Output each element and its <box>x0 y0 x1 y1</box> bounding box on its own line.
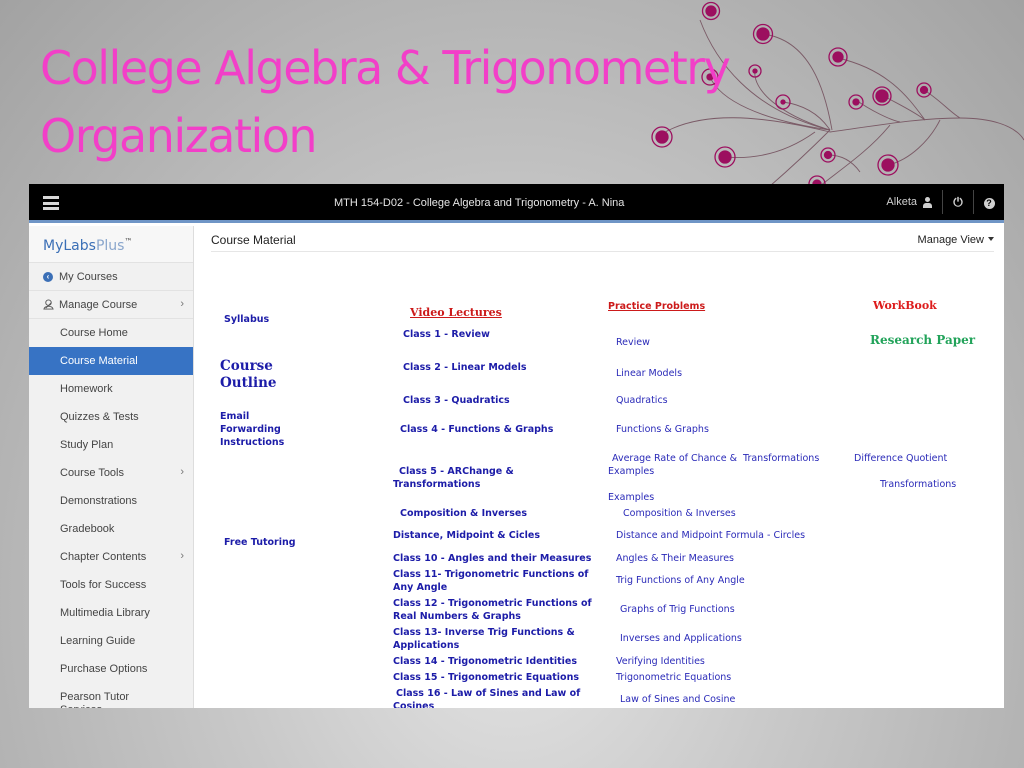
course-title: MTH 154-D02 - College Algebra and Trigon… <box>334 197 625 209</box>
video-link[interactable]: Distance, Midpoint & Cicles <box>393 529 540 542</box>
video-link[interactable]: Class 1 - Review <box>403 328 490 341</box>
help-icon: ? <box>983 198 995 209</box>
video-link[interactable]: Class 2 - Linear Models <box>403 361 526 374</box>
sidebar-item-course-tools[interactable]: Course Tools › <box>29 459 193 487</box>
video-link[interactable]: Class 4 - Functions & Graphs <box>400 423 553 436</box>
practice-link[interactable]: Linear Models <box>616 367 682 380</box>
chevron-right-icon: › <box>180 550 184 562</box>
hamburger-menu-icon[interactable] <box>43 196 59 210</box>
user-menu[interactable]: Alketa <box>886 196 942 208</box>
lms-window: MTH 154-D02 - College Algebra and Trigon… <box>29 184 1004 708</box>
free-tutoring-link[interactable]: Free Tutoring <box>224 536 296 549</box>
top-navbar: MTH 154-D02 - College Algebra and Trigon… <box>29 184 1004 223</box>
user-icon <box>923 196 932 208</box>
power-button[interactable]: ⏻ <box>943 195 973 210</box>
practice-link[interactable]: Law of Sines and Cosine <box>620 693 735 706</box>
video-link[interactable]: Class 11- Trigonometric Functions of <box>393 568 588 581</box>
sidebar-item-tools-for-success[interactable]: Tools for Success <box>29 571 193 599</box>
workbook-link[interactable]: WorkBook <box>873 299 937 312</box>
manage-view-dropdown[interactable]: Manage View <box>918 234 994 246</box>
chevron-right-icon: › <box>180 466 184 478</box>
sidebar-item-course-material[interactable]: Course Material <box>29 347 193 375</box>
user-name: Alketa <box>886 196 917 208</box>
video-link[interactable]: Transformations <box>393 478 480 491</box>
practice-link[interactable]: Trig Functions of Any Angle <box>616 574 745 587</box>
practice-link[interactable]: Verifying Identities <box>616 655 705 668</box>
practice-link[interactable]: Examples <box>608 491 654 504</box>
caret-down-icon <box>988 237 994 241</box>
back-circle-icon: ‹ <box>43 271 53 282</box>
video-link[interactable]: Applications <box>393 639 459 652</box>
sidebar-item-demonstrations[interactable]: Demonstrations <box>29 487 193 515</box>
video-link[interactable]: Class 10 - Angles and their Measures <box>393 552 591 565</box>
practice-link[interactable]: Inverses and Applications <box>620 632 742 645</box>
slide-title-line2: Organization <box>40 109 318 163</box>
main-content: Course Material Manage View Syllabus Cou… <box>195 226 1004 708</box>
slide-title-line1: College Algebra & Trigonometry <box>40 41 731 95</box>
sidebar: MyLabsPlus™ ‹ My Courses Manage Course ›… <box>29 226 194 708</box>
video-link[interactable]: Real Numbers & Graphs <box>393 610 521 623</box>
sidebar-item-pearson-tutor[interactable]: Pearson Tutor Services <box>29 683 193 708</box>
sidebar-item-my-courses[interactable]: ‹ My Courses <box>29 263 193 291</box>
course-outline-link[interactable]: Course Outline <box>220 358 276 392</box>
mylabsplus-logo: MyLabsPlus™ <box>29 226 193 263</box>
practice-link[interactable]: Review <box>616 336 650 349</box>
transformations-link[interactable]: Transformations <box>880 478 956 491</box>
practice-link[interactable]: Examples <box>608 465 654 478</box>
practice-link[interactable]: Trigonometric Equations <box>616 671 731 684</box>
practice-link[interactable]: Angles & Their Measures <box>616 552 734 565</box>
video-link[interactable]: Class 13- Inverse Trig Functions & <box>393 626 575 639</box>
practice-link[interactable]: Quadratics <box>616 394 668 407</box>
help-button[interactable]: ? <box>974 195 1004 209</box>
sidebar-item-learning-guide[interactable]: Learning Guide <box>29 627 193 655</box>
practice-link[interactable]: Graphs of Trig Functions <box>620 603 735 616</box>
sidebar-item-multimedia-library[interactable]: Multimedia Library <box>29 599 193 627</box>
video-link[interactable]: Class 3 - Quadratics <box>403 394 510 407</box>
video-lectures-heading[interactable]: Video Lectures <box>410 306 502 319</box>
video-link[interactable]: Cosines <box>393 700 434 708</box>
sidebar-item-course-home[interactable]: Course Home <box>29 319 193 347</box>
research-paper-link[interactable]: Research Paper <box>870 334 975 347</box>
slide-title: College Algebra & Trigonometry Organizat… <box>40 34 731 170</box>
content-header: Course Material Manage View <box>211 226 994 252</box>
video-link[interactable]: Class 14 - Trigonometric Identities <box>393 655 577 668</box>
sidebar-item-manage-course[interactable]: Manage Course › <box>29 291 193 319</box>
sidebar-item-purchase-options[interactable]: Purchase Options <box>29 655 193 683</box>
video-link[interactable]: Any Angle <box>393 581 447 594</box>
practice-link[interactable]: Composition & Inverses <box>623 507 736 520</box>
manage-icon <box>43 299 54 310</box>
video-link[interactable]: Class 12 - Trigonometric Functions of <box>393 597 592 610</box>
difference-quotient-link[interactable]: Difference Quotient <box>854 452 947 465</box>
sidebar-item-study-plan[interactable]: Study Plan <box>29 431 193 459</box>
sidebar-item-quizzes-tests[interactable]: Quizzes & Tests <box>29 403 193 431</box>
practice-link[interactable]: Distance and Midpoint Formula - Circles <box>616 529 805 542</box>
sidebar-item-homework[interactable]: Homework <box>29 375 193 403</box>
chevron-right-icon: › <box>180 298 184 310</box>
sidebar-item-chapter-contents[interactable]: Chapter Contents › <box>29 543 193 571</box>
video-link[interactable]: Class 15 - Trigonometric Equations <box>393 671 579 684</box>
practice-link[interactable]: Average Rate of Chance & Transformations <box>612 452 819 465</box>
video-link[interactable]: Composition & Inverses <box>400 507 527 520</box>
page-title: Course Material <box>211 233 296 247</box>
practice-link[interactable]: Functions & Graphs <box>616 423 709 436</box>
syllabus-link[interactable]: Syllabus <box>224 313 269 326</box>
power-icon: ⏻ <box>953 194 963 209</box>
video-link[interactable]: Class 5 - ARChange & <box>399 465 514 478</box>
video-link[interactable]: Class 16 - Law of Sines and Law of <box>396 687 580 700</box>
sidebar-item-gradebook[interactable]: Gradebook <box>29 515 193 543</box>
practice-problems-heading[interactable]: Practice Problems <box>608 300 705 313</box>
email-forwarding-link[interactable]: Email Forwarding Instructions <box>220 410 284 449</box>
